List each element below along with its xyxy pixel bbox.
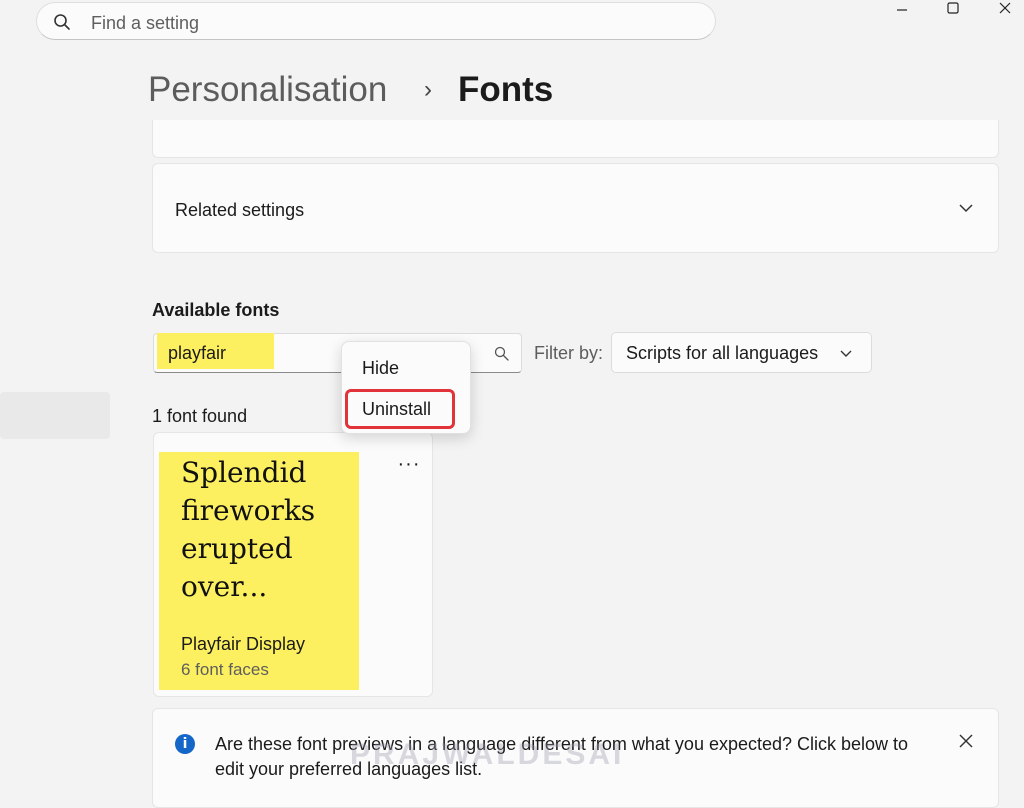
more-options-button[interactable]: ··· bbox=[394, 454, 424, 474]
font-preview-text: Splendid fireworks erupted over... bbox=[181, 456, 316, 603]
menu-item-uninstall[interactable]: Uninstall bbox=[362, 399, 431, 420]
related-settings-label: Related settings bbox=[175, 200, 305, 220]
minimize-icon bbox=[897, 9, 907, 11]
font-search-input[interactable]: playfair bbox=[168, 343, 226, 364]
close-icon bbox=[999, 2, 1011, 14]
info-icon: i bbox=[175, 734, 195, 754]
breadcrumb-parent[interactable]: Personalisation bbox=[148, 70, 387, 110]
search-input[interactable] bbox=[89, 9, 693, 37]
search-icon bbox=[54, 14, 70, 30]
available-fonts-title: Available fonts bbox=[152, 300, 280, 320]
page-title: Fonts bbox=[458, 70, 554, 109]
previous-settings-card bbox=[152, 120, 999, 158]
font-faces-count: 6 font faces bbox=[181, 660, 269, 679]
close-icon[interactable] bbox=[958, 733, 974, 749]
sidebar-selected-item[interactable] bbox=[0, 392, 110, 439]
font-count: 1 font found bbox=[152, 406, 248, 426]
filter-label: Filter by: bbox=[534, 343, 604, 363]
maximize-icon bbox=[947, 2, 959, 14]
search-icon[interactable] bbox=[494, 346, 509, 361]
minimize-button[interactable] bbox=[880, 0, 924, 16]
font-context-menu: Hide Uninstall bbox=[341, 341, 471, 434]
close-window-button[interactable] bbox=[983, 0, 1024, 16]
filter-selected-value: Scripts for all languages bbox=[626, 343, 819, 363]
related-settings-card[interactable]: Related settings bbox=[152, 163, 999, 253]
font-card[interactable]: Splendid fireworks erupted over... Playf… bbox=[153, 432, 433, 697]
chevron-down-icon bbox=[840, 350, 852, 357]
maximize-button[interactable] bbox=[931, 0, 975, 16]
watermark: PRAJWALDESAI bbox=[350, 738, 625, 771]
chevron-down-icon bbox=[959, 204, 973, 213]
font-name: Playfair Display bbox=[181, 634, 306, 654]
settings-search-box[interactable] bbox=[36, 2, 716, 40]
breadcrumb-separator: › bbox=[424, 76, 432, 103]
menu-item-hide[interactable]: Hide bbox=[362, 358, 399, 379]
filter-dropdown[interactable]: Scripts for all languages bbox=[611, 332, 872, 373]
